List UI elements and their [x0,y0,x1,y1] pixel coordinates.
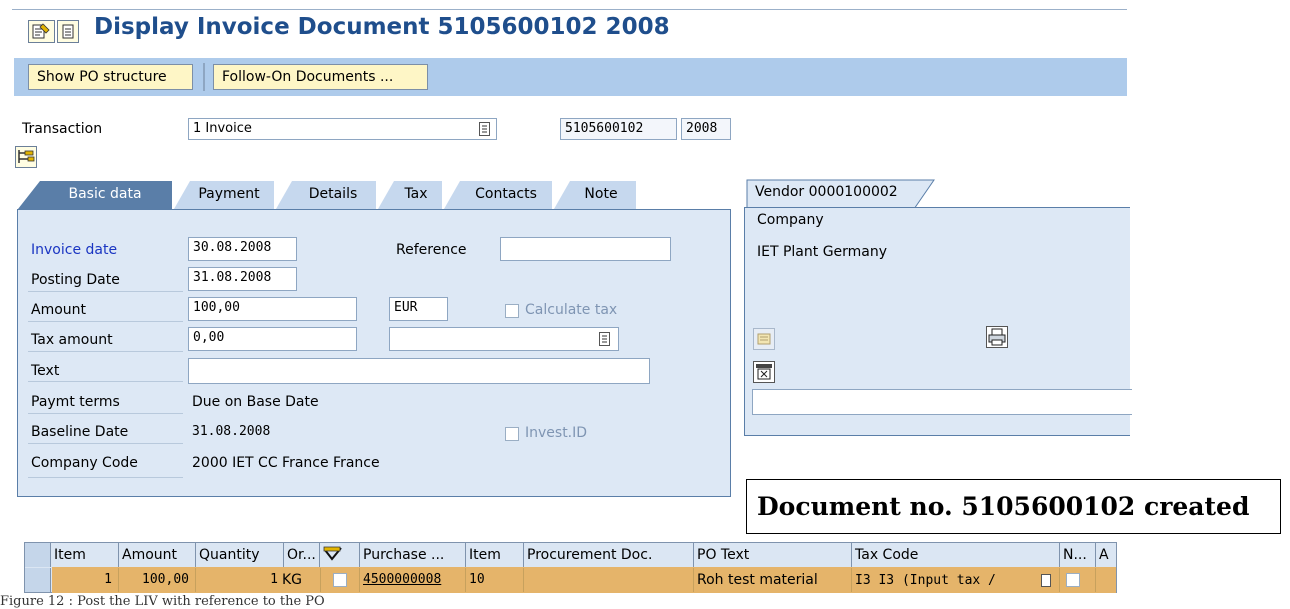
vendor-detail-icon[interactable] [753,361,775,383]
tab-details[interactable]: Details [290,181,376,207]
row-unit: KG [282,572,303,588]
paymt-terms-label: Paymt terms [31,394,120,410]
text-label: Text [31,363,60,379]
vendor-line1: Company [757,212,824,228]
vendor-tab-label[interactable]: Vendor 0000100002 [755,184,898,200]
tax-amount-label: Tax amount [31,332,113,348]
row-tax-code: I3 I3 (Input tax / [855,573,996,588]
row-n-cell [1060,568,1096,592]
col-a[interactable]: A [1096,543,1116,567]
baseline-date-value: 31.08.2008 [192,424,271,439]
calculate-tax-label: Calculate tax [525,302,618,318]
status-message: Document no. 5105600102 created [746,479,1281,534]
amount-label: Amount [31,302,87,318]
reference-label: Reference [396,242,467,258]
col-po-text[interactable]: PO Text [694,543,852,567]
row-n-checkbox[interactable] [1066,573,1080,587]
figure-caption: Figure 12 : Post the LIV with reference … [0,594,325,609]
row-a-cell [1096,568,1116,592]
col-po-item[interactable]: Item [466,543,524,567]
col-selected-icon-header[interactable] [320,543,360,567]
col-amount[interactable]: Amount [119,543,196,567]
top-rule [12,9,1127,10]
fiscal-year-field: 2008 [681,118,731,140]
transaction-select-value: 1 Invoice [193,121,252,136]
amount-field[interactable]: 100,00 [188,297,357,321]
paymt-terms-value: Due on Base Date [192,394,319,410]
invest-id-checkbox[interactable] [505,427,519,441]
col-purchase-order[interactable]: Purchase ... [360,543,466,567]
row-item: 1 [51,568,119,592]
tax-code-select[interactable] [389,327,619,351]
posting-date-label: Posting Date [31,272,120,288]
dropdown-icon[interactable] [1041,574,1051,587]
row-tax-code-cell[interactable]: I3 I3 (Input tax / [852,568,1060,592]
row-quantity: 1 [270,572,278,587]
tab-basic-data[interactable]: Basic data [40,181,170,207]
col-tax-code[interactable]: Tax Code [852,543,1060,567]
row-po-item: 10 [466,568,524,592]
reference-field[interactable] [500,237,671,261]
col-n[interactable]: N... [1060,543,1096,567]
document-number-field: 5105600102 [560,118,677,140]
toolbar-separator [203,63,205,91]
vendor-line2: IET Plant Germany [757,244,888,260]
company-code-label: Company Code [31,455,138,471]
tax-amount-field[interactable]: 0,00 [188,327,357,351]
company-code-value: 2000 IET CC France France [192,455,380,471]
col-procurement-doc[interactable]: Procurement Doc. [524,543,694,567]
baseline-date-label: Baseline Date [31,424,129,440]
row-amount: 100,00 [119,568,196,592]
menu-icon[interactable] [57,20,79,43]
posting-date-field[interactable]: 31.08.2008 [188,267,297,291]
dropdown-icon[interactable] [479,122,490,136]
print-icon[interactable] [986,326,1008,348]
check-icon [323,546,342,561]
show-po-structure-button[interactable]: Show PO structure [28,64,193,90]
select-all-column[interactable] [25,543,51,567]
layout-toggle-icon[interactable] [15,146,37,168]
row-selected-cell [320,568,360,592]
col-quantity[interactable]: Quantity [196,543,284,567]
currency-field[interactable]: EUR [389,297,448,321]
vendor-bank-field[interactable] [752,389,1132,415]
invest-id-label: Invest.ID [525,425,588,441]
tab-payment[interactable]: Payment [186,181,272,207]
transaction-label: Transaction [22,121,103,137]
col-item[interactable]: Item [51,543,119,567]
dropdown-icon[interactable] [599,332,610,346]
row-quantity-cell: 1 KG [196,568,320,592]
row-selected-checkbox[interactable] [333,573,347,587]
other-invoice-icon[interactable] [28,20,55,43]
calculate-tax-checkbox[interactable] [505,304,519,318]
invoice-date-label: Invoice date [31,242,118,258]
row-procurement-doc [524,568,694,592]
tab-contacts[interactable]: Contacts [460,181,552,207]
transaction-select[interactable]: 1 Invoice [188,118,497,140]
invoice-date-field[interactable]: 30.08.2008 [188,237,297,261]
tab-tax[interactable]: Tax [392,181,440,207]
table-row-selector[interactable] [25,568,51,592]
page-title: Display Invoice Document 5105600102 2008 [94,14,670,40]
vendor-address-icon[interactable] [753,328,775,350]
row-purchase-order[interactable]: 4500000008 [360,568,466,592]
text-field[interactable] [188,358,650,384]
tab-note[interactable]: Note [568,181,634,207]
row-po-text: Roh test material [694,568,852,592]
follow-on-documents-button[interactable]: Follow-On Documents ... [213,64,428,90]
col-order-unit[interactable]: Or... [284,543,320,567]
